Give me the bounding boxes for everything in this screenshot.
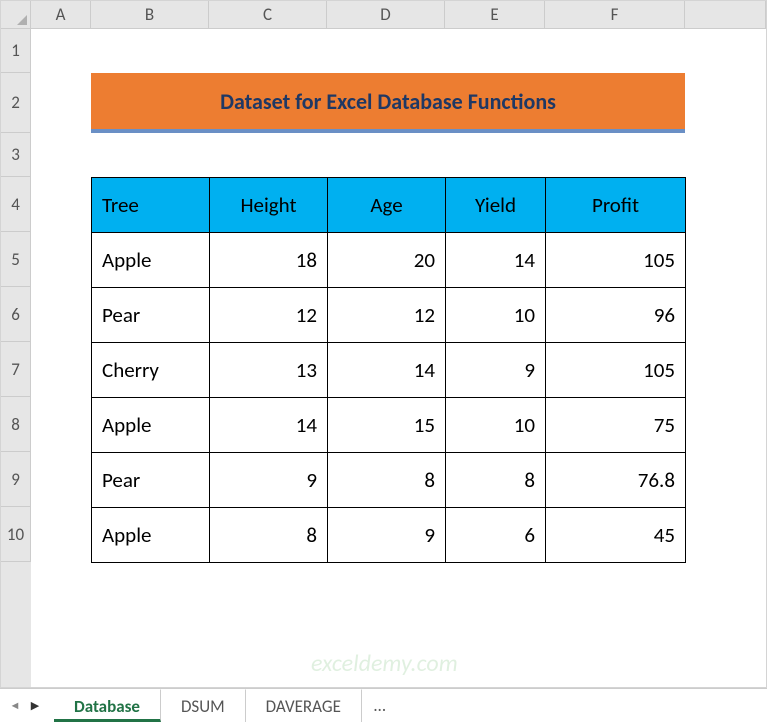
column-header-C[interactable]: C <box>209 1 327 29</box>
row-header-8[interactable]: 8 <box>1 397 31 452</box>
column-headers: ABCDEF <box>31 1 766 29</box>
cell[interactable]: 18 <box>210 233 328 288</box>
row-header-9[interactable]: 9 <box>1 452 31 507</box>
title-text: Dataset for Excel Database Functions <box>220 88 556 115</box>
title-banner: Dataset for Excel Database Functions <box>91 73 685 133</box>
column-header-B[interactable]: B <box>91 1 209 29</box>
tab-prev-icon[interactable]: ◄ <box>8 699 22 713</box>
cell[interactable]: Pear <box>92 453 210 508</box>
cell[interactable]: 15 <box>328 398 446 453</box>
row-header-1[interactable]: 1 <box>1 29 31 73</box>
table-header-age[interactable]: Age <box>328 178 446 233</box>
table-row: Pear98876.8 <box>92 453 686 508</box>
column-header-empty <box>685 1 766 29</box>
cell[interactable]: Apple <box>92 233 210 288</box>
cell[interactable]: Apple <box>92 508 210 563</box>
cell[interactable]: 14 <box>210 398 328 453</box>
table-header-profit[interactable]: Profit <box>546 178 686 233</box>
table-row: Apple14151075 <box>92 398 686 453</box>
table-header-height[interactable]: Height <box>210 178 328 233</box>
cell[interactable]: 9 <box>210 453 328 508</box>
cells-area[interactable]: Dataset for Excel Database Functions Tre… <box>31 29 766 687</box>
row-header-2[interactable]: 2 <box>1 73 31 133</box>
row-header-4[interactable]: 4 <box>1 177 31 232</box>
cell[interactable]: 10 <box>446 398 546 453</box>
cell[interactable]: 10 <box>446 288 546 343</box>
column-header-F[interactable]: F <box>545 1 685 29</box>
watermark: exceldemy.com <box>311 649 458 678</box>
data-table: TreeHeightAgeYieldProfit Apple182014105P… <box>91 177 686 563</box>
cell[interactable]: 6 <box>446 508 546 563</box>
cell[interactable]: Apple <box>92 398 210 453</box>
cell[interactable]: 12 <box>328 288 446 343</box>
table-header-tree[interactable]: Tree <box>92 178 210 233</box>
cell[interactable]: 105 <box>546 343 686 398</box>
cell[interactable]: 9 <box>328 508 446 563</box>
row-header-5[interactable]: 5 <box>1 232 31 287</box>
cell[interactable]: 20 <box>328 233 446 288</box>
cell[interactable]: Pear <box>92 288 210 343</box>
cell[interactable]: 8 <box>328 453 446 508</box>
cell[interactable]: 45 <box>546 508 686 563</box>
tab-dsum[interactable]: DSUM <box>161 689 246 722</box>
cell[interactable]: 105 <box>546 233 686 288</box>
row-header-7[interactable]: 7 <box>1 342 31 397</box>
table-row: Pear12121096 <box>92 288 686 343</box>
row-header-6[interactable]: 6 <box>1 287 31 342</box>
row-header-10[interactable]: 10 <box>1 507 31 562</box>
column-header-D[interactable]: D <box>327 1 445 29</box>
cell[interactable]: 9 <box>446 343 546 398</box>
column-header-A[interactable]: A <box>31 1 91 29</box>
tab-navigation: ◄ ▶ <box>8 699 42 713</box>
sheet-tab-bar: ◄ ▶ DatabaseDSUMDAVERAGE … <box>0 688 767 722</box>
tab-more-button[interactable]: … <box>362 689 400 722</box>
table-row: Cherry13149105 <box>92 343 686 398</box>
cell[interactable]: 75 <box>546 398 686 453</box>
cell[interactable]: 96 <box>546 288 686 343</box>
cell[interactable]: 14 <box>446 233 546 288</box>
table-row: Apple89645 <box>92 508 686 563</box>
cell[interactable]: 12 <box>210 288 328 343</box>
cell[interactable]: 8 <box>210 508 328 563</box>
grid-area[interactable]: ABCDEF 12345678910 Dataset for Excel Dat… <box>0 0 767 688</box>
cell[interactable]: 76.8 <box>546 453 686 508</box>
table-row: Apple182014105 <box>92 233 686 288</box>
row-header-3[interactable]: 3 <box>1 133 31 177</box>
cell[interactable]: Cherry <box>92 343 210 398</box>
column-header-E[interactable]: E <box>445 1 545 29</box>
tab-database[interactable]: Database <box>54 689 161 722</box>
tab-daverage[interactable]: DAVERAGE <box>246 689 362 722</box>
table-header-yield[interactable]: Yield <box>446 178 546 233</box>
cell[interactable]: 14 <box>328 343 446 398</box>
tab-next-icon[interactable]: ▶ <box>28 699 42 713</box>
cell[interactable]: 8 <box>446 453 546 508</box>
spreadsheet-window: ABCDEF 12345678910 Dataset for Excel Dat… <box>0 0 767 722</box>
cell[interactable]: 13 <box>210 343 328 398</box>
select-all-corner[interactable] <box>1 1 31 29</box>
row-headers: 12345678910 <box>1 29 31 687</box>
